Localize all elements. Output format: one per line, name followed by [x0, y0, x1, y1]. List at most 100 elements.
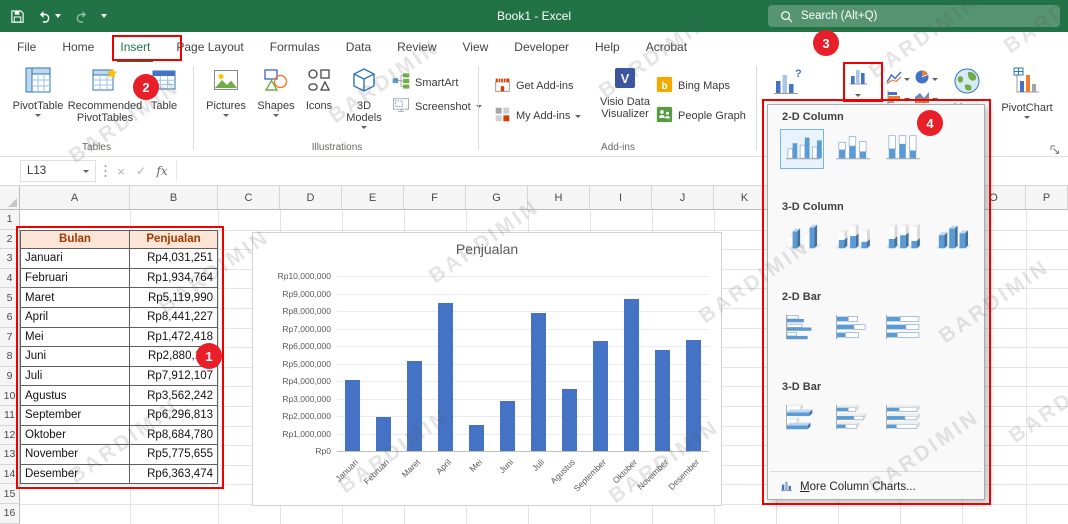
cell-A6[interactable]: April: [20, 308, 130, 328]
chart-bar: [469, 425, 484, 451]
cell-B4[interactable]: Rp1,934,764: [130, 269, 218, 289]
clustered-bar-3d-icon: [781, 401, 823, 438]
cell-A3[interactable]: Januari: [20, 249, 130, 269]
cell-A5[interactable]: Maret: [20, 288, 130, 308]
column-header-C[interactable]: C: [218, 186, 280, 210]
cell-A13[interactable]: November: [20, 445, 130, 465]
embedded-chart[interactable]: Penjualan Rp0Rp1,000,000Rp2,000,000Rp3,0…: [252, 232, 722, 506]
chart-x-label: Mei: [427, 457, 484, 514]
select-all-button[interactable]: [0, 186, 20, 210]
annotation-badge-3: 3: [813, 30, 839, 56]
gallery-section-title: 3-D Bar: [782, 381, 984, 393]
cell-A11[interactable]: September: [20, 406, 130, 426]
chart-type-option-clustered-bar[interactable]: [780, 309, 824, 349]
column-header-G[interactable]: G: [466, 186, 528, 210]
more-column-charts-label: More Column Charts...: [800, 481, 916, 493]
stacked-bar-icon: [831, 311, 873, 348]
chart-bar: [593, 341, 608, 451]
column-header-P[interactable]: P: [1026, 186, 1068, 210]
row-header-1[interactable]: 1: [0, 210, 20, 230]
chart-bar: [655, 350, 670, 451]
cell-A9[interactable]: Juli: [20, 367, 130, 387]
chart-x-label: Februari: [334, 457, 391, 514]
row-header-8[interactable]: 8: [0, 347, 20, 367]
column-header-F[interactable]: F: [404, 186, 466, 210]
cell-B14[interactable]: Rp6,363,474: [130, 465, 218, 485]
chart-type-option-clustered-bar-3d[interactable]: [780, 399, 824, 439]
cell-B10[interactable]: Rp3,562,242: [130, 386, 218, 406]
gallery-section: 3-D Bar: [768, 381, 984, 471]
cell-A7[interactable]: Mei: [20, 328, 130, 348]
column-header-E[interactable]: E: [342, 186, 404, 210]
chart-type-option-stacked-column-3d[interactable]: [830, 219, 874, 259]
row-header-11[interactable]: 11: [0, 406, 20, 426]
chart-type-option-column-3d[interactable]: [930, 219, 974, 259]
cell-B5[interactable]: Rp5,119,990: [130, 288, 218, 308]
chart-y-tick-label: Rp5,000,000: [253, 359, 331, 369]
cell-A4[interactable]: Februari: [20, 269, 130, 289]
row-header-5[interactable]: 5: [0, 288, 20, 308]
cell-B13[interactable]: Rp5,775,655: [130, 445, 218, 465]
row-header-7[interactable]: 7: [0, 328, 20, 348]
row-header-10[interactable]: 10: [0, 386, 20, 406]
chart-type-option-clustered-column[interactable]: [780, 129, 824, 169]
chart-gridline: [337, 399, 709, 400]
chart-type-option-stacked-bar-3d[interactable]: [830, 399, 874, 439]
cell-B2[interactable]: Penjualan: [130, 230, 218, 250]
chart-x-label: Maret: [365, 457, 422, 514]
chart-y-tick-label: Rp1,000,000: [253, 429, 331, 439]
chart-type-option-clustered-column-3d[interactable]: [780, 219, 824, 259]
row-header-9[interactable]: 9: [0, 367, 20, 387]
row-header-15[interactable]: 15: [0, 484, 20, 504]
chart-gridline: [337, 329, 709, 330]
cell-B12[interactable]: Rp8,684,780: [130, 426, 218, 446]
row-header-4[interactable]: 4: [0, 269, 20, 289]
chart-title: Penjualan: [253, 241, 721, 257]
cell-A14[interactable]: Desember: [20, 465, 130, 485]
row-header-3[interactable]: 3: [0, 249, 20, 269]
chart-type-option-stacked-bar[interactable]: [830, 309, 874, 349]
cell-B11[interactable]: Rp6,296,813: [130, 406, 218, 426]
column-header-I[interactable]: I: [590, 186, 652, 210]
chart-gridline: [337, 346, 709, 347]
chart-y-tick-label: Rp6,000,000: [253, 341, 331, 351]
cell-A2[interactable]: Bulan: [20, 230, 130, 250]
chart-type-option-stacked-column-100[interactable]: [880, 129, 924, 169]
row-header-6[interactable]: 6: [0, 308, 20, 328]
gallery-section-title: 2-D Bar: [782, 291, 984, 303]
chart-gridline: [337, 381, 709, 382]
chart-type-option-stacked-column-100-3d[interactable]: [880, 219, 924, 259]
annotation-badge-4: 4: [917, 110, 943, 136]
chart-bar: [686, 340, 701, 451]
cell-A8[interactable]: Juni: [20, 347, 130, 367]
column-header-B[interactable]: B: [130, 186, 218, 210]
chart-y-tick-label: Rp9,000,000: [253, 289, 331, 299]
column-header-J[interactable]: J: [652, 186, 714, 210]
row-header-16[interactable]: 16: [0, 504, 20, 524]
chart-type-option-stacked-column[interactable]: [830, 129, 874, 169]
chart-gridline: [337, 294, 709, 295]
chart-gridline: [337, 434, 709, 435]
column-header-H[interactable]: H: [528, 186, 590, 210]
cell-B9[interactable]: Rp7,912,107: [130, 367, 218, 387]
chart-type-option-stacked-bar-100-3d[interactable]: [880, 399, 924, 439]
row-header-13[interactable]: 13: [0, 445, 20, 465]
row-header-12[interactable]: 12: [0, 426, 20, 446]
chart-y-tick-label: Rp8,000,000: [253, 306, 331, 316]
chart-x-label: September: [551, 457, 608, 514]
row-header-14[interactable]: 14: [0, 465, 20, 485]
stacked-column-100-3d-icon: [881, 221, 923, 258]
cell-B3[interactable]: Rp4,031,251: [130, 249, 218, 269]
excel-window: Book1 - Excel Search (Alt+Q) FileHomeIns…: [0, 0, 1068, 524]
row-header-2[interactable]: 2: [0, 230, 20, 250]
cell-A10[interactable]: Agustus: [20, 386, 130, 406]
cell-A12[interactable]: Oktober: [20, 426, 130, 446]
cell-B6[interactable]: Rp8,441,227: [130, 308, 218, 328]
clustered-column-3d-icon: [781, 221, 823, 258]
chart-type-option-stacked-bar-100[interactable]: [880, 309, 924, 349]
gallery-section-title: 3-D Column: [782, 201, 984, 213]
more-column-charts-item[interactable]: More Column Charts...: [768, 476, 984, 498]
stacked-bar-100-icon: [881, 311, 923, 348]
column-header-A[interactable]: A: [20, 186, 130, 210]
column-header-D[interactable]: D: [280, 186, 342, 210]
